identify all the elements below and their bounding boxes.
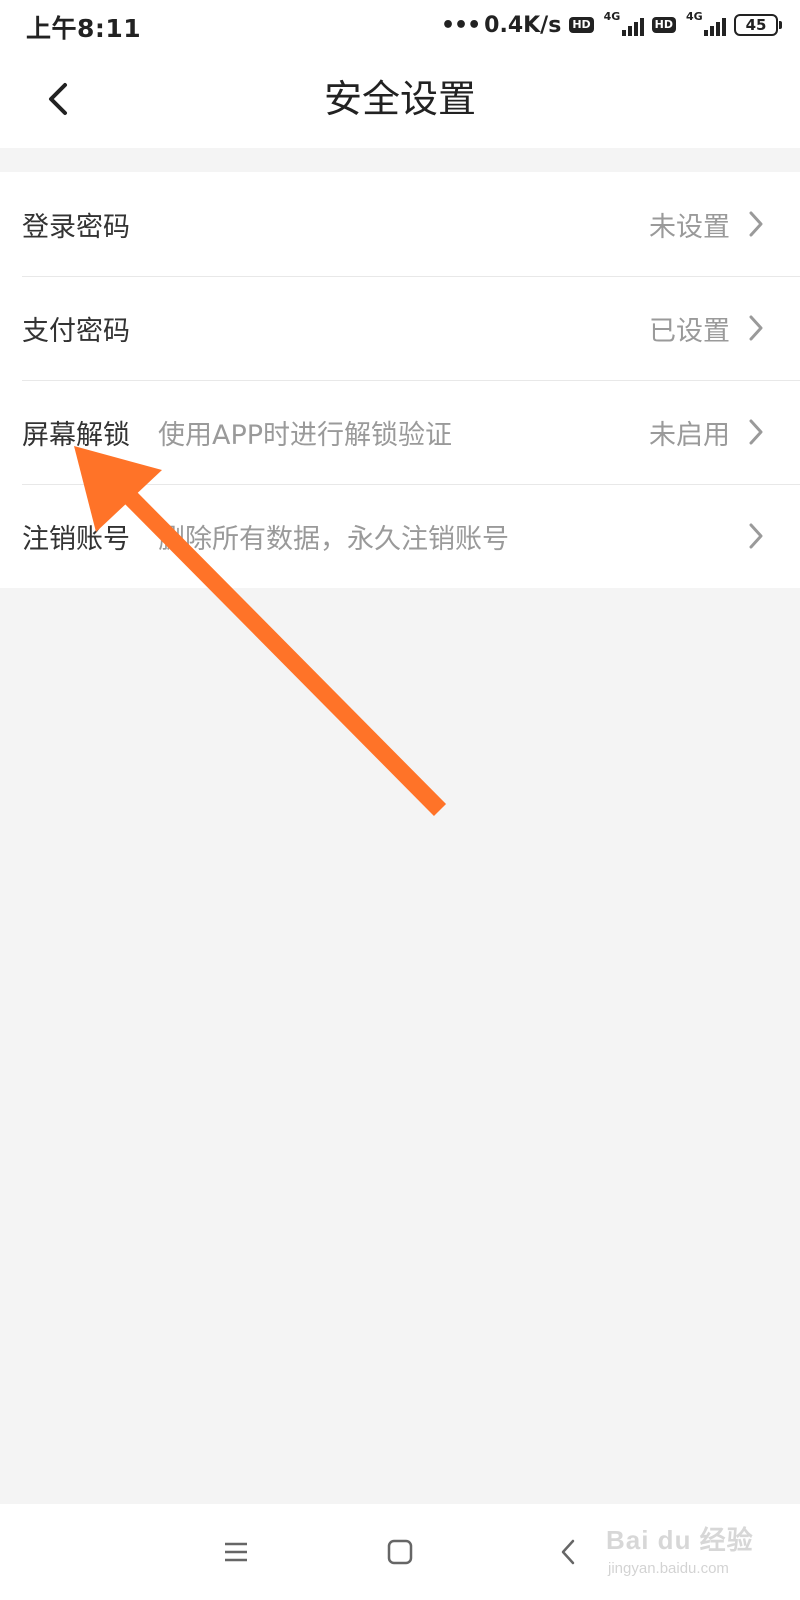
status-time: 上午8:11 (26, 14, 142, 43)
row-value: 未启用 (649, 419, 730, 451)
chevron-right-icon (746, 209, 766, 239)
signal-icon-1: 4G (602, 10, 644, 38)
menu-icon (225, 1542, 247, 1562)
chevron-right-icon (746, 521, 766, 551)
network-type-1: 4G (603, 10, 621, 23)
system-back-button[interactable] (548, 1532, 588, 1572)
menu-button[interactable] (216, 1532, 256, 1572)
status-indicators: ••• 0.4K/s HD 4G HD 4G 45 (440, 10, 782, 40)
settings-row-payment-password[interactable]: 支付密码 已设置 (0, 276, 800, 380)
settings-list: 登录密码 未设置 支付密码 已设置 屏幕解锁 使用APP时进行解锁验证 未启用 … (0, 172, 800, 588)
row-value: 未设置 (649, 211, 730, 243)
notification-dots: ••• (440, 12, 481, 38)
network-speed: 0.4K/s (484, 12, 562, 38)
hd-badge-1: HD (569, 17, 594, 33)
row-label: 登录密码 (22, 211, 130, 243)
bottom-nav (0, 1504, 800, 1600)
home-button[interactable] (380, 1532, 420, 1572)
row-label: 支付密码 (22, 315, 130, 347)
signal-icon-2: 4G (684, 10, 726, 38)
settings-row-login-password[interactable]: 登录密码 未设置 (0, 172, 800, 276)
chevron-right-icon (746, 417, 766, 447)
page-title: 安全设置 (323, 77, 476, 121)
status-bar: 上午8:11 ••• 0.4K/s HD 4G HD 4G 45 (0, 0, 800, 50)
settings-row-screen-unlock[interactable]: 屏幕解锁 使用APP时进行解锁验证 未启用 (0, 380, 800, 484)
row-description: 使用APP时进行解锁验证 (158, 419, 453, 451)
back-button[interactable] (34, 74, 82, 124)
battery-level: 45 (745, 16, 767, 34)
settings-row-cancel-account[interactable]: 注销账号 删除所有数据，永久注销账号 (0, 484, 800, 588)
row-value: 已设置 (649, 315, 730, 347)
chevron-left-icon (49, 83, 67, 115)
home-square-icon (387, 1539, 413, 1565)
back-triangle-icon (561, 1539, 575, 1565)
network-type-2: 4G (686, 10, 703, 23)
hd-badge-2: HD (651, 17, 676, 33)
row-label: 屏幕解锁 (22, 419, 130, 451)
chevron-right-icon (746, 313, 766, 343)
battery-icon: 45 (734, 14, 782, 36)
row-label: 注销账号 (22, 523, 130, 555)
row-description: 删除所有数据，永久注销账号 (158, 523, 509, 555)
nav-bar: 安全设置 (0, 50, 800, 148)
